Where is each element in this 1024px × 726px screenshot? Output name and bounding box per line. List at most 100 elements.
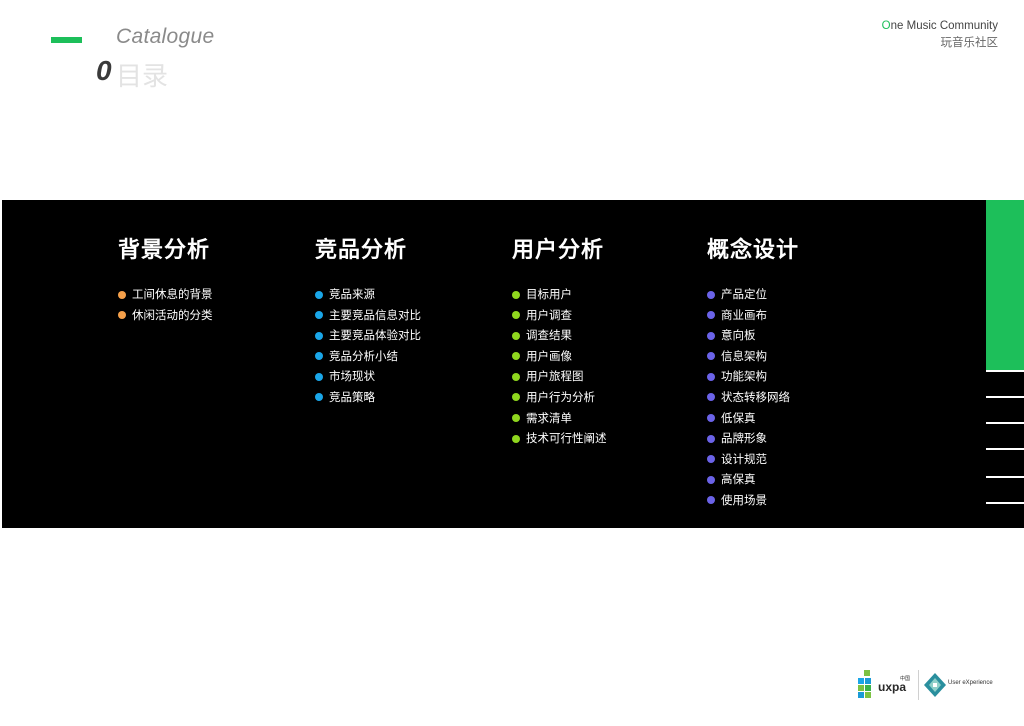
contents-item[interactable]: 竞品来源 (315, 284, 421, 305)
page-nav-rail (986, 200, 1024, 528)
bullet-dot-icon (512, 434, 520, 443)
contents-item-label: 主要竞品信息对比 (329, 307, 421, 322)
user-experience-logo-text: User eXperience (948, 680, 993, 686)
bullet-dot-icon (118, 290, 126, 299)
column-competitor-analysis: 竞品分析 竞品来源主要竞品信息对比 主要竞品体验对比竞品分析小结 市场现状竞品策略 (315, 236, 421, 408)
column-item-list: 目标用户用户调查调查结果用户画像用户旅程图用户行为分析 需求清单技术可行性阐述 (512, 284, 607, 449)
catalogue-label: Catalogue (116, 25, 215, 48)
accent-bar (51, 37, 82, 43)
page-nav-divider (986, 370, 1024, 372)
contents-item[interactable]: 用户画像 (512, 346, 607, 367)
bullet-dot-icon (512, 414, 520, 423)
contents-item[interactable]: 目标用户 (512, 284, 607, 305)
contents-item[interactable]: 品牌形象 (707, 428, 799, 449)
bullet-dot-icon (707, 475, 715, 484)
bullet-dot-icon (707, 393, 715, 402)
page-nav-divider (986, 422, 1024, 424)
contents-item-label: 竞品策略 (329, 389, 375, 404)
contents-item[interactable]: 技术可行性阐述 (512, 428, 607, 449)
contents-item-label: 高保真 (721, 472, 756, 487)
bullet-dot-icon (707, 455, 715, 464)
contents-item[interactable]: 需求清单 (512, 408, 607, 429)
bullet-dot-icon (315, 352, 323, 361)
contents-item[interactable]: 市场现状 (315, 366, 421, 387)
contents-item[interactable]: 用户调查 (512, 305, 607, 326)
bullet-dot-icon (315, 311, 323, 320)
contents-item[interactable]: 休闲活动的分类 (118, 305, 213, 326)
uxpa-logo-small-text: 中国 (900, 676, 911, 682)
column-background-analysis: 背景分析 工间休息的背景 休闲活动的分类 (118, 236, 213, 325)
page-nav-divider (986, 476, 1024, 478)
contents-item-label: 主要竞品体验对比 (329, 328, 421, 343)
footer-logos: uxpa 中国 User eXperience (856, 668, 1006, 702)
contents-item-label: 调查结果 (526, 328, 572, 343)
bullet-dot-icon (315, 290, 323, 299)
contents-item-label: 工间休息的背景 (132, 287, 213, 301)
column-title: 竞品分析 (315, 238, 408, 263)
contents-item-label: 品牌形象 (721, 431, 767, 446)
contents-item-label: 需求清单 (526, 410, 572, 425)
brand-name-first-letter: O (881, 20, 891, 32)
brand-name: One Music Community (882, 20, 998, 32)
column-concept-design: 概念设计 产品定位商业画布意向板信息架构功能架构状态转移网络 低保真品牌形象设计规… (707, 236, 799, 511)
contents-item-label: 用户调查 (526, 307, 572, 322)
contents-item-label: 目标用户 (526, 287, 572, 301)
contents-item[interactable]: 商业画布 (707, 305, 799, 326)
contents-item-label: 意向板 (721, 328, 756, 343)
contents-item-label: 使用场景 (721, 492, 767, 507)
bullet-dot-icon (707, 331, 715, 340)
contents-item[interactable]: 设计规范 (707, 449, 799, 470)
bullet-dot-icon (707, 372, 715, 381)
contents-item[interactable]: 高保真 (707, 469, 799, 490)
page-nav-divider (986, 502, 1024, 504)
uxpa-logo-text: uxpa (878, 680, 907, 694)
contents-item-label: 设计规范 (721, 451, 767, 466)
contents-item[interactable]: 意向板 (707, 325, 799, 346)
bullet-dot-icon (118, 311, 126, 320)
contents-item[interactable]: 工间休息的背景 (118, 284, 213, 305)
column-title: 概念设计 (707, 238, 800, 263)
contents-item[interactable]: 使用场景 (707, 490, 799, 511)
bullet-dot-icon (512, 331, 520, 340)
contents-item[interactable]: 竞品策略 (315, 387, 421, 408)
contents-item-label: 状态转移网络 (721, 389, 790, 404)
bullet-dot-icon (512, 393, 520, 402)
contents-item[interactable]: 主要竞品信息对比 (315, 305, 421, 326)
section-index-title: 目录 (116, 62, 169, 92)
contents-item[interactable]: 用户行为分析 (512, 387, 607, 408)
user-experience-logo-icon (924, 673, 946, 697)
column-item-list: 产品定位商业画布意向板信息架构功能架构状态转移网络 低保真品牌形象设计规范高保真使… (707, 284, 799, 511)
bullet-dot-icon (512, 372, 520, 381)
contents-item[interactable]: 调查结果 (512, 325, 607, 346)
contents-item-label: 用户旅程图 (526, 369, 584, 384)
bullet-dot-icon (707, 434, 715, 443)
bullet-dot-icon (707, 311, 715, 320)
contents-item-label: 商业画布 (721, 307, 767, 322)
contents-item[interactable]: 低保真 (707, 408, 799, 429)
contents-item[interactable]: 信息架构 (707, 346, 799, 367)
contents-item-label: 产品定位 (721, 287, 767, 301)
contents-item-label: 用户行为分析 (526, 389, 595, 404)
contents-item-label: 竞品来源 (329, 287, 375, 301)
contents-item[interactable]: 主要竞品体验对比 (315, 325, 421, 346)
uxpa-logo-icon (858, 670, 871, 698)
contents-item[interactable]: 用户旅程图 (512, 366, 607, 387)
bullet-dot-icon (512, 290, 520, 299)
contents-item-label: 功能架构 (721, 369, 767, 384)
bullet-dot-icon (315, 372, 323, 381)
contents-item-label: 技术可行性阐述 (526, 431, 607, 446)
bullet-dot-icon (512, 311, 520, 320)
page-nav-active-indicator[interactable] (986, 200, 1024, 370)
contents-item[interactable]: 状态转移网络 (707, 387, 799, 408)
contents-item[interactable]: 产品定位 (707, 284, 799, 305)
page-nav-divider (986, 396, 1024, 398)
bullet-dot-icon (707, 414, 715, 423)
bullet-dot-icon (707, 496, 715, 505)
contents-item[interactable]: 竞品分析小结 (315, 346, 421, 367)
contents-item[interactable]: 功能架构 (707, 366, 799, 387)
bullet-dot-icon (512, 352, 520, 361)
brand-subtitle: 玩音乐社区 (940, 35, 999, 49)
contents-item-label: 低保真 (721, 410, 756, 425)
bullet-dot-icon (707, 290, 715, 299)
brand-block: One Music Community 玩音乐社区 (882, 20, 998, 50)
